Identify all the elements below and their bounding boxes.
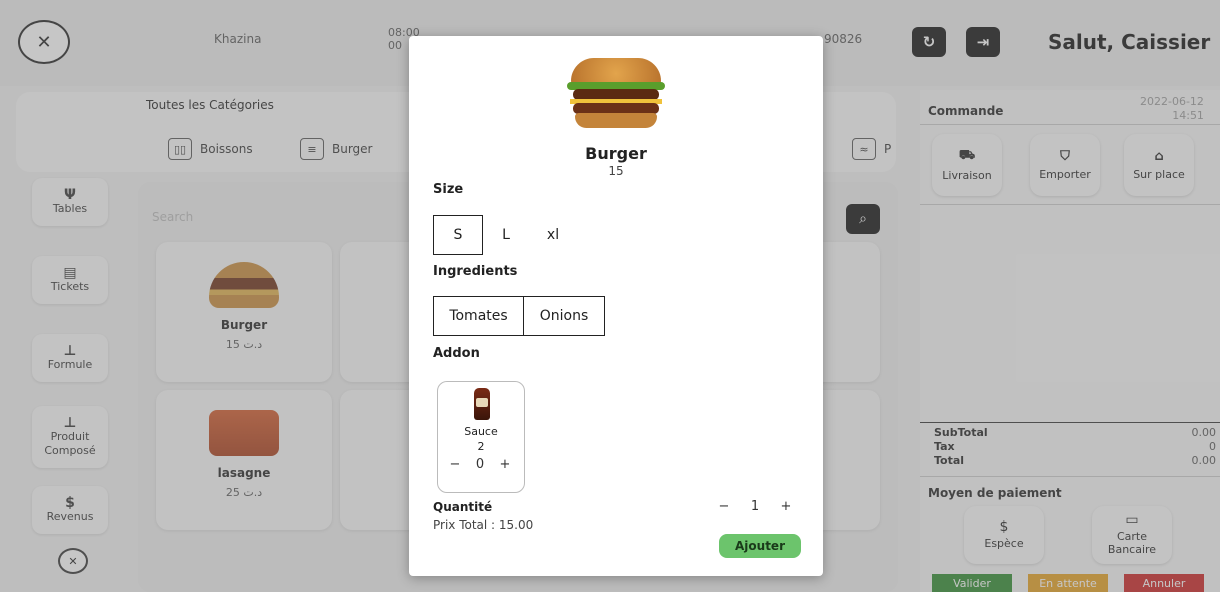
add-button[interactable]: Ajouter (719, 534, 801, 558)
bun-bottom (575, 113, 657, 128)
addon-plus-button[interactable]: + (494, 457, 516, 472)
total-price: Prix Total : 15.00 (433, 518, 534, 532)
addon-minus-button[interactable]: − (444, 457, 466, 472)
quantity-stepper: − 1 + (713, 499, 797, 514)
sauce-bottle-label (476, 398, 488, 407)
size-option-s[interactable]: S (433, 215, 483, 255)
ingredient-tomates[interactable]: Tomates (433, 296, 524, 336)
burger-image (567, 58, 665, 130)
size-label: Size (433, 182, 464, 197)
quantity-label: Quantité (433, 500, 493, 514)
addon-qty: 0 (475, 457, 485, 472)
quantity-value: 1 (750, 499, 760, 514)
addon-name: Sauce (464, 425, 498, 438)
modal-product-name: Burger (585, 144, 647, 163)
addon-card-sauce[interactable]: Sauce 2 − 0 + (437, 381, 525, 493)
ingredients-label: Ingredients (433, 264, 518, 279)
addon-label: Addon (433, 346, 480, 361)
modal-product-price: 15 (608, 164, 624, 178)
quantity-plus-button[interactable]: + (775, 499, 797, 514)
quantity-minus-button[interactable]: − (713, 499, 735, 514)
addon-stepper: − 0 + (444, 457, 516, 472)
product-modal: Burger 15 Size S L xl Ingredients Tomate… (409, 36, 823, 576)
ingredient-onions[interactable]: Onions (523, 296, 605, 336)
size-option-l[interactable]: L (487, 215, 525, 255)
bun-top (571, 58, 661, 84)
size-option-xl[interactable]: xl (533, 215, 573, 255)
addon-price: 2 (477, 440, 485, 453)
